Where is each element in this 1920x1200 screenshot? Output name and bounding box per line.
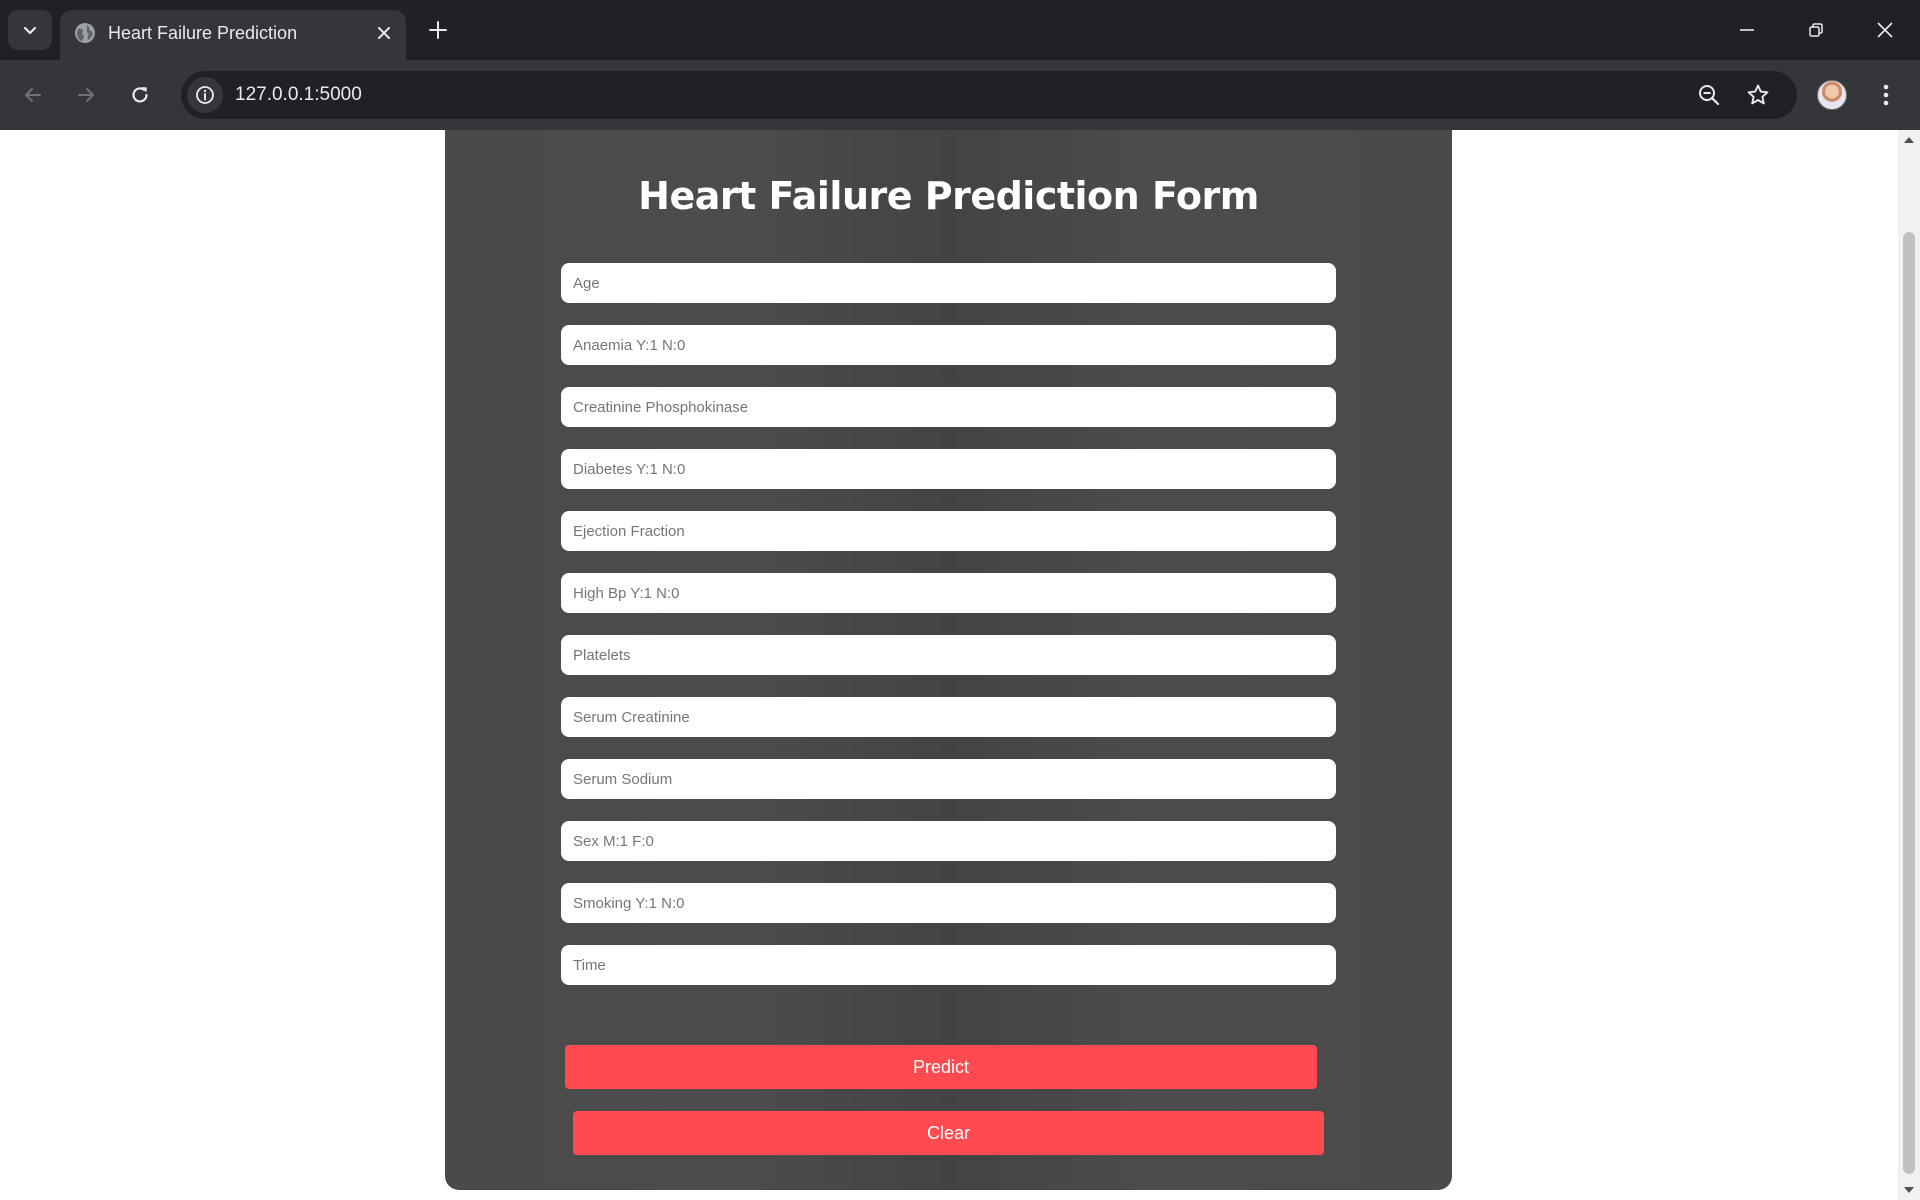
restore-icon: [1809, 23, 1823, 37]
prediction-form-card: Heart Failure Prediction Form Predict Cl…: [445, 130, 1452, 1190]
serum-creatinine-input[interactable]: [561, 697, 1336, 737]
forward-arrow-icon: [78, 88, 94, 102]
high-bp-input[interactable]: [561, 573, 1336, 613]
anaemia-input[interactable]: [561, 325, 1336, 365]
diabetes-input[interactable]: [561, 449, 1336, 489]
tab-title: Heart Failure Prediction: [108, 23, 298, 43]
close-icon: [378, 27, 390, 39]
scroll-up-button[interactable]: [1898, 130, 1920, 150]
age-input[interactable]: [561, 263, 1336, 303]
platelets-input[interactable]: [561, 635, 1336, 675]
scroll-down-icon: [1904, 1187, 1914, 1193]
scroll-up-icon: [1904, 137, 1914, 143]
predict-button[interactable]: Predict: [565, 1045, 1317, 1089]
forward-button[interactable]: [66, 75, 106, 115]
scroll-down-button[interactable]: [1898, 1180, 1920, 1200]
browser-tab-strip: Heart Failure Prediction: [0, 0, 1920, 60]
form-title: Heart Failure Prediction Form: [638, 174, 1259, 218]
bookmark-button[interactable]: [1740, 77, 1776, 113]
restore-button[interactable]: [1782, 0, 1850, 60]
sex-input[interactable]: [561, 821, 1336, 861]
close-icon: [1877, 22, 1893, 38]
new-tab-button[interactable]: [420, 12, 456, 48]
time-input[interactable]: [561, 945, 1336, 985]
tab-search-button[interactable]: [8, 10, 52, 50]
smoking-input[interactable]: [561, 883, 1336, 923]
site-info-button[interactable]: [187, 77, 223, 113]
profile-avatar[interactable]: [1817, 80, 1847, 110]
clear-button[interactable]: Clear: [573, 1111, 1324, 1155]
minimize-button[interactable]: [1713, 0, 1781, 60]
url-text: 127.0.0.1:5000: [235, 84, 362, 105]
ejection-fraction-input[interactable]: [561, 511, 1336, 551]
scrollbar-thumb[interactable]: [1903, 232, 1915, 1174]
minimize-icon: [1740, 29, 1754, 31]
browser-menu-button[interactable]: [1868, 80, 1904, 110]
tab-close-button[interactable]: [371, 20, 397, 46]
address-bar[interactable]: 127.0.0.1:5000: [181, 71, 1797, 119]
back-arrow-icon: [25, 88, 41, 102]
serum-sodium-input[interactable]: [561, 759, 1336, 799]
plus-icon: [429, 21, 447, 39]
reload-button[interactable]: [120, 75, 160, 115]
kebab-menu-icon: [1883, 84, 1889, 106]
globe-icon: [75, 23, 95, 43]
browser-toolbar: 127.0.0.1:5000: [0, 60, 1920, 130]
page-viewport: Heart Failure Prediction Form Predict Cl…: [0, 130, 1898, 1200]
tab-search-icon: [23, 26, 37, 35]
page-scrollbar[interactable]: [1898, 130, 1920, 1200]
browser-tab-active[interactable]: Heart Failure Prediction: [60, 10, 406, 60]
reload-icon: [132, 87, 148, 103]
creatinine-phosphokinase-input[interactable]: [561, 387, 1336, 427]
zoom-out-icon: [1699, 85, 1720, 106]
star-icon: [1747, 84, 1769, 105]
info-icon: [196, 86, 214, 104]
zoom-button[interactable]: [1691, 77, 1727, 113]
close-window-button[interactable]: [1851, 0, 1919, 60]
back-button[interactable]: [13, 75, 53, 115]
